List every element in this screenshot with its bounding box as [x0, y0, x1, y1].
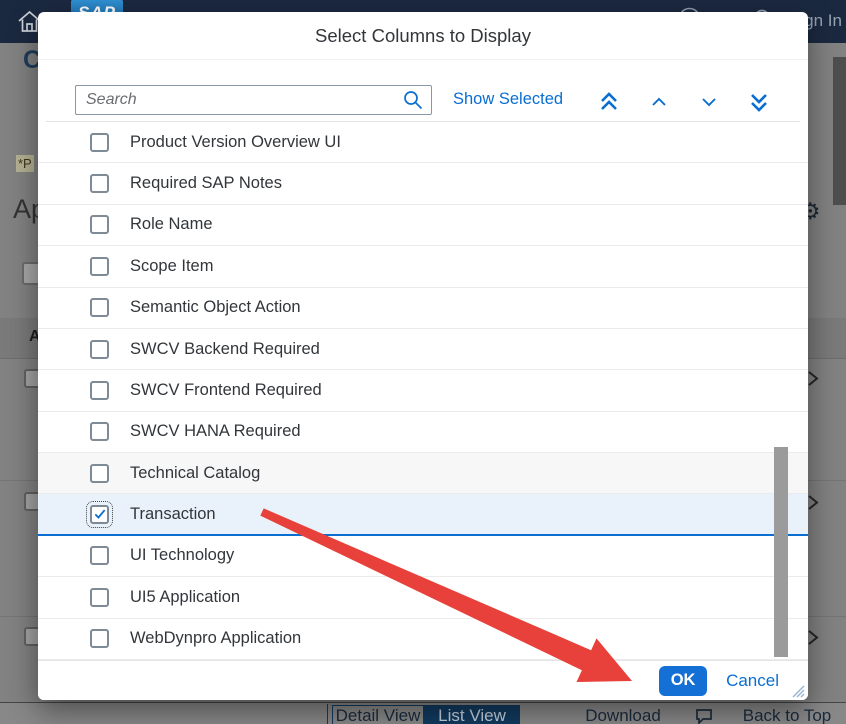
back-to-top-button[interactable]: Back to Top — [737, 705, 837, 724]
checkbox[interactable] — [90, 215, 109, 234]
column-option-label: SWCV Frontend Required — [130, 381, 322, 400]
column-option-row[interactable]: Scope Item — [38, 246, 808, 287]
feedback-icon[interactable] — [694, 706, 714, 724]
divider — [327, 704, 328, 724]
column-option-row[interactable]: UI Technology — [38, 536, 808, 577]
column-option-row[interactable]: Technical Catalog — [38, 453, 808, 494]
column-option-row[interactable]: Required SAP Notes — [38, 163, 808, 204]
column-option-label: Product Version Overview UI — [130, 133, 341, 152]
checkbox[interactable] — [90, 340, 109, 359]
select-columns-dialog: Select Columns to Display Show Selected … — [38, 12, 808, 700]
search-input[interactable] — [76, 91, 402, 109]
checkbox[interactable] — [90, 588, 109, 607]
column-option-label: Required SAP Notes — [130, 174, 282, 193]
checkmark-icon — [93, 507, 107, 521]
column-option-row[interactable]: Product Version Overview UI — [38, 122, 808, 163]
download-button[interactable]: Download — [583, 705, 663, 724]
move-up-icon[interactable] — [646, 89, 672, 115]
move-to-top-icon[interactable] — [596, 89, 622, 115]
column-option-label: SWCV HANA Required — [130, 422, 301, 441]
resize-grip-icon[interactable] — [789, 682, 805, 698]
search-icon[interactable] — [402, 89, 424, 111]
column-option-label: Scope Item — [130, 257, 213, 276]
column-option-label: Transaction — [130, 505, 216, 524]
column-option-row[interactable]: SWCV HANA Required — [38, 412, 808, 453]
column-option-row[interactable]: Semantic Object Action — [38, 288, 808, 329]
checkbox[interactable] — [90, 298, 109, 317]
column-option-row[interactable]: SWCV Backend Required — [38, 329, 808, 370]
move-to-bottom-icon[interactable] — [746, 89, 772, 115]
checkbox[interactable] — [90, 629, 109, 648]
checkbox[interactable] — [90, 381, 109, 400]
column-option-label: SWCV Backend Required — [130, 340, 320, 359]
column-option-label: WebDynpro Application — [130, 629, 301, 648]
cancel-button[interactable]: Cancel — [726, 671, 779, 691]
dialog-scrollbar-thumb[interactable] — [774, 447, 788, 657]
highlighted-note-fragment: *P — [16, 155, 34, 172]
column-option-label: Role Name — [130, 215, 213, 234]
column-option-label: Technical Catalog — [130, 464, 260, 483]
column-option-label: Semantic Object Action — [130, 298, 301, 317]
bottom-toolbar: Detail View List View Download Back to T… — [0, 702, 846, 724]
column-option-row[interactable]: Role Name — [38, 205, 808, 246]
detail-view-button[interactable]: Detail View — [332, 705, 424, 724]
column-option-label: UI5 Application — [130, 588, 240, 607]
checkbox[interactable] — [90, 464, 109, 483]
move-down-icon[interactable] — [696, 89, 722, 115]
checkbox[interactable] — [90, 422, 109, 441]
column-option-row[interactable]: UI5 Application — [38, 577, 808, 618]
search-field[interactable] — [75, 85, 432, 115]
column-option-row[interactable]: WebDynpro Application — [38, 619, 808, 660]
dialog-column-list: Product Version Overview UI Required SAP … — [38, 122, 808, 660]
checkbox[interactable] — [90, 257, 109, 276]
checkbox-checked[interactable] — [90, 505, 109, 524]
dialog-title: Select Columns to Display — [38, 12, 808, 60]
checkbox[interactable] — [90, 546, 109, 565]
checkbox[interactable] — [90, 174, 109, 193]
column-option-row[interactable]: Transaction — [38, 494, 808, 535]
column-option-row[interactable]: SWCV Frontend Required — [38, 370, 808, 411]
column-option-label: UI Technology — [130, 546, 234, 565]
dialog-footer: OK Cancel — [38, 660, 808, 700]
show-selected-link[interactable]: Show Selected — [453, 90, 563, 109]
checkbox[interactable] — [90, 133, 109, 152]
list-view-button[interactable]: List View — [424, 705, 520, 724]
ok-button[interactable]: OK — [659, 666, 707, 696]
page-scrollbar-thumb[interactable] — [833, 57, 846, 205]
